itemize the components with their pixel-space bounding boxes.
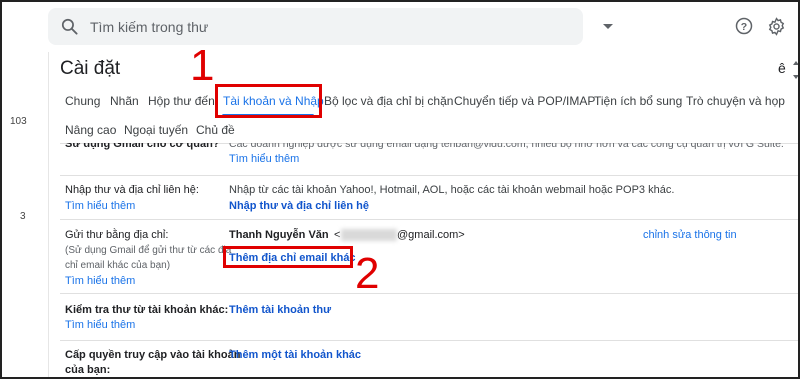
svg-text:?: ? <box>741 21 747 33</box>
add-mail-account-link[interactable]: Thêm tài khoản thư <box>229 304 331 316</box>
page-title: Cài đặt <box>60 58 121 79</box>
tab-chu-de[interactable]: Chủ đề <box>196 123 235 137</box>
send-as-sub-2: chỉ email khác của bạn) <box>65 260 171 271</box>
send-as-label: Gửi thư bằng địa chỉ: <box>65 229 169 241</box>
top-bar: Tìm kiếm trong thư ? <box>0 0 800 52</box>
tab-tien-ich[interactable]: Tiện ích bổ sung <box>594 94 682 108</box>
search-icon[interactable] <box>60 17 79 36</box>
gsuite-label: Sử dụng Gmail cho cơ quan? <box>65 138 220 150</box>
row-divider <box>60 293 800 294</box>
gsuite-text: Các doanh nghiệp được sử dụng email dạng… <box>229 138 784 150</box>
search-bar[interactable]: Tìm kiếm trong thư <box>48 8 613 45</box>
tab-nang-cao[interactable]: Nâng cao <box>65 123 116 137</box>
check-mail-label: Kiểm tra thư từ tài khoản khác: <box>65 304 229 316</box>
gsuite-learn-more-link[interactable]: Tìm hiểu thêm <box>229 153 299 165</box>
sender-email-prefix: < <box>334 229 341 241</box>
help-icon[interactable]: ? <box>735 17 753 35</box>
tab-bo-loc[interactable]: Bộ lọc và địa chỉ bị chặn <box>324 94 453 108</box>
import-mail-contacts-link[interactable]: Nhập thư và địa chỉ liên hệ <box>229 200 369 212</box>
tab-tro-chuyen[interactable]: Trò chuyện và họp <box>686 94 785 108</box>
tab-nhan[interactable]: Nhãn <box>110 94 139 108</box>
grant-access-label-1: Cấp quyền truy cập vào tài khoản <box>65 349 241 361</box>
import-learn-more-link[interactable]: Tìm hiểu thêm <box>65 200 135 212</box>
sidebar-count-other: 3 <box>20 211 26 222</box>
sidebar-divider <box>48 52 49 379</box>
annotation-number-1: 1 <box>190 41 215 90</box>
send-as-learn-more-link[interactable]: Tìm hiểu thêm <box>65 275 135 287</box>
annotation-box-tab <box>215 84 322 118</box>
search-input[interactable]: Tìm kiếm trong thư <box>90 19 208 35</box>
grant-access-label-2: của bạn: <box>65 364 111 376</box>
tab-ngoai-tuyen[interactable]: Ngoại tuyến <box>124 123 188 137</box>
send-as-sub-1: (Sử dụng Gmail để gửi thư từ các địa <box>65 245 232 256</box>
tab-hop-thu-den[interactable]: Hộp thư đến <box>148 94 215 108</box>
tab-chuyen-tiep[interactable]: Chuyển tiếp và POP/IMAP <box>454 94 595 108</box>
gear-icon[interactable] <box>767 17 786 36</box>
row-divider <box>60 175 800 176</box>
sidebar-count-inbox: 103 <box>10 116 27 127</box>
annotation-number-2: 2 <box>355 249 380 298</box>
import-label: Nhập thư và địa chỉ liên hệ: <box>65 184 199 196</box>
annotation-box-add-email <box>223 246 353 268</box>
search-options-icon[interactable] <box>603 24 613 29</box>
tab-chung[interactable]: Chung <box>65 94 100 108</box>
import-description: Nhập từ các tài khoản Yahoo!, Hotmail, A… <box>229 184 675 196</box>
language-indicator[interactable]: ê <box>778 60 786 76</box>
edit-info-link[interactable]: chỉnh sửa thông tin <box>643 229 737 241</box>
check-mail-learn-more-link[interactable]: Tìm hiểu thêm <box>65 319 135 331</box>
scroll-arrows-icon[interactable] <box>793 58 799 82</box>
row-divider <box>60 340 800 341</box>
sender-email-suffix: @gmail.com> <box>397 229 465 241</box>
sender-email-redacted <box>341 229 397 241</box>
row-divider <box>60 219 800 220</box>
add-another-account-link[interactable]: Thêm một tài khoản khác <box>229 349 361 361</box>
sender-name: Thanh Nguyễn Văn <box>229 229 329 241</box>
